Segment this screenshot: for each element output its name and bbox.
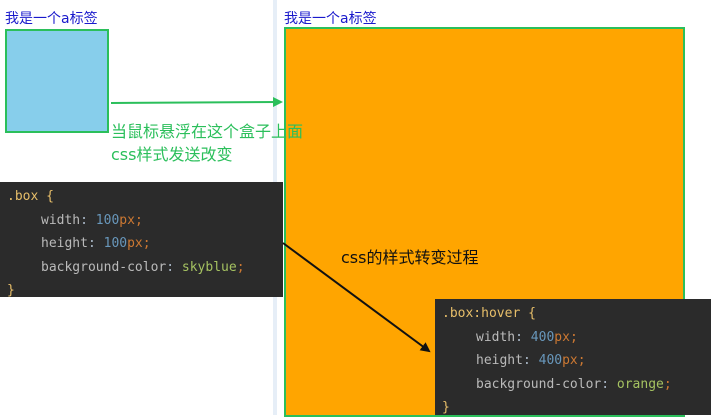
arrows-overlay: [110, 97, 431, 353]
hover-arrow: [110, 97, 283, 108]
transition-arrow: [282, 242, 431, 353]
